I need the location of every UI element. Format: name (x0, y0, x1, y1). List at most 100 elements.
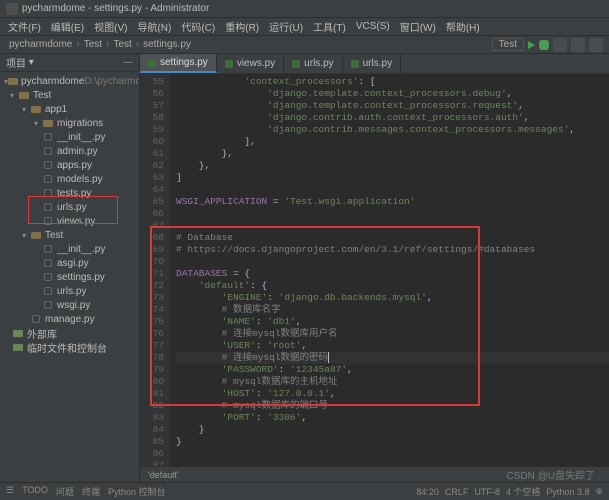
code-line[interactable]: # mysql数据库的主机地址 (176, 376, 609, 388)
code-line[interactable] (176, 460, 609, 466)
tree-row[interactable]: urls.py (0, 284, 139, 298)
menu-item[interactable]: 代码(C) (177, 19, 219, 34)
debug-icon[interactable] (539, 40, 549, 50)
tree-row[interactable]: ▾pycharmdome D:\pycharmdome (0, 74, 139, 88)
code-line[interactable]: # 数据库名字 (176, 304, 609, 316)
code-line[interactable]: 'NAME': 'db1', (176, 316, 609, 328)
tree-row[interactable]: apps.py (0, 158, 139, 172)
code-line[interactable]: 'ENGINE': 'django.db.backends.mysql', (176, 292, 609, 304)
menu-item[interactable]: 导航(N) (133, 19, 175, 34)
code-line[interactable]: ] (176, 172, 609, 184)
project-tree[interactable]: ▾pycharmdome D:\pycharmdome▾Test▾app1▾mi… (0, 72, 139, 482)
menu-item[interactable]: 运行(U) (265, 19, 307, 34)
tree-row[interactable]: ▾app1 (0, 102, 139, 116)
code-line[interactable]: 'django.contrib.auth.context_processors.… (176, 112, 609, 124)
editor-crumb-item[interactable]: 'default' (148, 470, 178, 480)
menu-item[interactable]: 编辑(E) (47, 19, 88, 34)
status-item[interactable]: ⊕ (595, 486, 603, 497)
code-line[interactable]: 'django.contrib.messages.context_process… (176, 124, 609, 136)
tree-row[interactable]: admin.py (0, 144, 139, 158)
menu-item[interactable]: VCS(S) (352, 21, 394, 32)
toolbar-button[interactable] (571, 38, 585, 52)
code-line[interactable]: }, (176, 148, 609, 160)
tree-row[interactable]: asgi.py (0, 256, 139, 270)
editor-tab[interactable]: urls.py (284, 54, 342, 73)
code-line[interactable]: # https://docs.djangoproject.com/en/3.1/… (176, 244, 609, 256)
tree-row[interactable]: 外部库 (0, 326, 139, 340)
twisty-icon[interactable]: ▾ (22, 231, 30, 240)
code-line[interactable]: 'PASSWORD': '12345a87', (176, 364, 609, 376)
status-item[interactable]: 终端 (82, 485, 100, 498)
run-icon[interactable] (528, 41, 535, 49)
status-item[interactable]: 问题 (56, 485, 74, 498)
status-item[interactable]: UTF-8 (474, 487, 500, 497)
code-line[interactable]: # 连接mysql数据的密码 (176, 352, 609, 364)
tree-row[interactable]: models.py (0, 172, 139, 186)
project-tool-header[interactable]: 项目 ▾ — (0, 54, 139, 72)
code-line[interactable]: 'default': { (176, 280, 609, 292)
status-item[interactable]: ☰ (6, 485, 14, 498)
code-line[interactable]: } (176, 424, 609, 436)
code-line[interactable] (176, 184, 609, 196)
menu-item[interactable]: 文件(F) (4, 19, 45, 34)
tree-row[interactable]: __init__.py (0, 242, 139, 256)
code-line[interactable]: 'HOST': '127.0.0.1', (176, 388, 609, 400)
twisty-icon[interactable]: ▾ (34, 119, 42, 128)
tree-row[interactable]: settings.py (0, 270, 139, 284)
menu-item[interactable]: 视图(V) (90, 19, 131, 34)
code-line[interactable]: # 连接mysql数据库用户名 (176, 328, 609, 340)
breadcrumb-item[interactable]: Test (81, 39, 105, 50)
breadcrumb-item[interactable]: pycharmdome (6, 39, 75, 50)
code-line[interactable]: 'django.template.context_processors.debu… (176, 88, 609, 100)
tree-row[interactable]: manage.py (0, 312, 139, 326)
minimize-icon[interactable]: — (123, 57, 133, 68)
code-line[interactable]: 'USER': 'root', (176, 340, 609, 352)
tree-row[interactable]: tests.py (0, 186, 139, 200)
editor-tab[interactable]: views.py (217, 54, 284, 73)
breadcrumb-item[interactable]: settings.py (140, 39, 194, 50)
editor-tab[interactable]: urls.py (343, 54, 401, 73)
code-line[interactable]: # Database (176, 232, 609, 244)
tree-row[interactable]: ▾Test (0, 228, 139, 242)
twisty-icon[interactable]: ▾ (22, 105, 30, 114)
code-line[interactable]: } (176, 436, 609, 448)
breadcrumb-item[interactable]: Test (110, 39, 134, 50)
menu-item[interactable]: 重构(R) (221, 19, 263, 34)
tree-row[interactable]: 临时文件和控制台 (0, 340, 139, 354)
code-line[interactable] (176, 208, 609, 220)
tree-row[interactable]: __init__.py (0, 130, 139, 144)
tree-row[interactable]: wsgi.py (0, 298, 139, 312)
search-icon[interactable] (589, 38, 603, 52)
code-line[interactable]: 'PORT': '3306', (176, 412, 609, 424)
status-item[interactable]: 4 个空格 (506, 485, 541, 498)
code-content[interactable]: 'context_processors': [ 'django.template… (170, 74, 609, 466)
editor-tab[interactable]: settings.py (140, 54, 217, 73)
code-line[interactable] (176, 220, 609, 232)
window-title: pycharmdome - settings.py - Administrato… (22, 3, 209, 14)
status-item[interactable]: CRLF (445, 487, 469, 497)
tree-row[interactable]: ▾Test (0, 88, 139, 102)
code-line[interactable] (176, 256, 609, 268)
code-line[interactable] (176, 448, 609, 460)
status-item[interactable]: TODO (22, 485, 48, 498)
editor[interactable]: 5556575859606162636465666768697071727374… (140, 74, 609, 466)
code-line[interactable]: # mysql数据库的端口号 (176, 400, 609, 412)
code-line[interactable]: 'context_processors': [ (176, 76, 609, 88)
menu-item[interactable]: 工具(T) (309, 19, 350, 34)
status-item[interactable]: 84:20 (416, 487, 439, 497)
code-line[interactable]: }, (176, 160, 609, 172)
status-item[interactable]: Python 控制台 (108, 485, 166, 498)
menu-item[interactable]: 窗口(W) (396, 19, 440, 34)
twisty-icon[interactable]: ▾ (10, 91, 18, 100)
status-item[interactable]: Python 3.8 (546, 487, 589, 497)
code-line[interactable]: DATABASES = { (176, 268, 609, 280)
code-line[interactable]: ], (176, 136, 609, 148)
tree-row[interactable]: views.py (0, 214, 139, 228)
tree-row[interactable]: ▾migrations (0, 116, 139, 130)
code-line[interactable]: 'django.template.context_processors.requ… (176, 100, 609, 112)
tree-row[interactable]: urls.py (0, 200, 139, 214)
toolbar-button[interactable] (553, 38, 567, 52)
run-config[interactable]: Test (492, 38, 524, 51)
code-line[interactable]: WSGI_APPLICATION = 'Test.wsgi.applicatio… (176, 196, 609, 208)
menu-item[interactable]: 帮助(H) (442, 19, 484, 34)
